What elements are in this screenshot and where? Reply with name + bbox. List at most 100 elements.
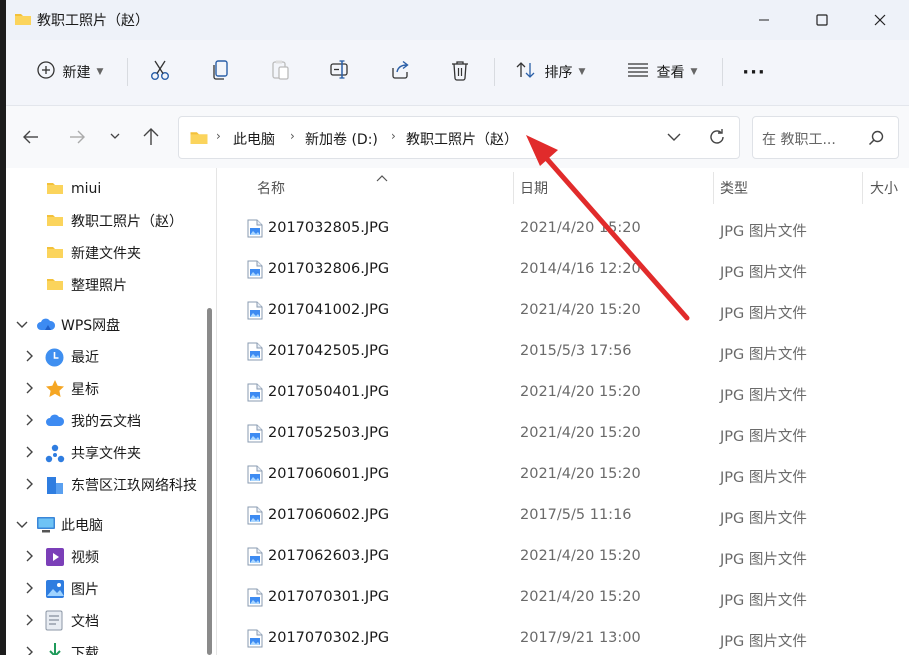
close-button[interactable] [851,0,909,40]
nav-item-shared-folder[interactable]: 共享文件夹 [6,438,204,468]
chevron-down-icon: ▼ [578,67,586,77]
separator [722,58,723,86]
sort-ascending-icon [376,170,388,186]
nav-scrollbar[interactable] [204,168,216,655]
navigation-pane: miui 教职工照片（赵） 新建文件夹 整理照片 WPS网盘 最近 星标 我的云… [6,168,204,655]
file-date: 2017/9/21 13:00 [520,630,641,646]
nav-item-organize-photos[interactable]: 整理照片 [6,270,204,300]
nav-item-starred[interactable]: 星标 [6,374,204,404]
nav-item-label: 文档 [71,614,99,630]
copy-button[interactable] [202,54,238,90]
nav-item-recent[interactable]: 最近 [6,342,204,372]
file-list: 名称 日期 类型 大小 2017032805.JPG 2021/4/20 15:2… [217,168,909,655]
column-header-type[interactable]: 类型 [720,178,748,198]
nav-item-label: miui [71,181,102,197]
folder-icon [46,180,64,198]
table-row[interactable]: 2017032805.JPG 2021/4/20 15:20 JPG 图片文件 [217,209,909,250]
nav-item-label: 下载 [71,646,99,655]
nav-item-this-pc[interactable]: 此电脑 [6,510,204,540]
chevron-right-icon[interactable] [26,350,34,365]
chevron-down-icon[interactable] [667,130,681,146]
up-button[interactable] [136,122,166,152]
file-date: 2021/4/20 15:20 [520,548,641,564]
breadcrumb-drive-d[interactable]: 新加卷 (D:) [305,129,378,149]
table-row[interactable]: 2017032806.JPG 2014/4/16 12:20 JPG 图片文件 [217,250,909,291]
rename-button[interactable] [322,54,358,90]
nav-item-videos[interactable]: 视频 [6,542,204,572]
table-row[interactable]: 2017070301.JPG 2021/4/20 15:20 JPG 图片文件 [217,578,909,619]
refresh-icon[interactable] [707,127,727,151]
chevron-right-icon[interactable] [26,550,34,565]
table-row[interactable]: 2017070302.JPG 2017/9/21 13:00 JPG 图片文件 [217,619,909,655]
clock-icon [45,348,64,367]
share-button[interactable] [382,54,418,90]
chevron-right-icon[interactable] [26,478,34,493]
nav-scrollbar-thumb[interactable] [207,308,212,655]
nav-item-my-cloud-docs[interactable]: 我的云文档 [6,406,204,436]
minimize-button[interactable] [735,0,793,40]
scissors-icon [150,59,170,85]
column-header-date[interactable]: 日期 [520,178,548,198]
search-icon[interactable] [868,130,884,150]
table-row[interactable]: 2017060601.JPG 2021/4/20 15:20 JPG 图片文件 [217,455,909,496]
cloud-doc-icon [45,413,65,431]
cut-button[interactable] [142,54,178,90]
maximize-button[interactable] [793,0,851,40]
nav-item-label: 我的云文档 [71,414,141,430]
nav-item-documents[interactable]: 文档 [6,606,204,636]
paste-button[interactable] [262,54,298,90]
table-row[interactable]: 2017060602.JPG 2017/5/5 11:16 JPG 图片文件 [217,496,909,537]
nav-item-miui[interactable]: miui [6,174,204,204]
nav-item-wps-cloud[interactable]: WPS网盘 [6,310,204,340]
share-icon [45,444,65,463]
file-name: 2017041002.JPG [268,302,390,318]
file-type: JPG 图片文件 [720,552,807,568]
address-bar[interactable]: › 此电脑 › 新加卷 (D:) › 教职工照片（赵） [178,116,740,159]
file-name: 2017032806.JPG [268,261,390,277]
nav-item-company[interactable]: 东营区江玖网络科技 [6,470,204,500]
nav-item-current-folder[interactable]: 教职工照片（赵） [6,206,204,236]
table-row[interactable]: 2017042505.JPG 2015/5/3 17:56 JPG 图片文件 [217,332,909,373]
nav-item-label: 最近 [71,350,99,366]
breadcrumb-current-folder[interactable]: 教职工照片（赵） [406,129,518,149]
column-separator[interactable] [713,172,714,204]
chevron-right-icon[interactable] [26,446,34,461]
table-row[interactable]: 2017050401.JPG 2021/4/20 15:20 JPG 图片文件 [217,373,909,414]
breadcrumb-this-pc[interactable]: 此电脑 [233,129,275,149]
recent-locations-button[interactable] [100,122,130,152]
cloud-icon [36,316,56,334]
new-button[interactable]: 新建 ▼ [28,54,112,90]
delete-button[interactable] [442,54,478,90]
paste-icon [270,59,290,85]
image-file-icon [247,383,263,406]
table-row[interactable]: 2017062603.JPG 2021/4/20 15:20 JPG 图片文件 [217,537,909,578]
view-button[interactable]: 查看 ▼ [620,54,704,90]
image-file-icon [247,260,263,283]
column-header-size[interactable]: 大小 [870,178,898,198]
nav-item-new-folder[interactable]: 新建文件夹 [6,238,204,268]
nav-item-pictures[interactable]: 图片 [6,574,204,604]
column-header-name[interactable]: 名称 [257,178,285,198]
sort-button[interactable]: 排序 ▼ [508,54,592,90]
column-separator[interactable] [862,172,863,204]
table-row[interactable]: 2017041002.JPG 2021/4/20 15:20 JPG 图片文件 [217,291,909,332]
chevron-down-icon[interactable] [16,319,28,332]
copy-icon [210,59,230,85]
chevron-down-icon[interactable] [16,519,28,532]
chevron-right-icon[interactable] [26,414,34,429]
nav-item-label: 新建文件夹 [71,246,141,262]
chevron-right-icon[interactable] [26,646,34,655]
file-name: 2017042505.JPG [268,343,390,359]
file-date: 2014/4/16 12:20 [520,261,641,277]
chevron-right-icon[interactable] [26,614,34,629]
back-button[interactable] [16,122,46,152]
more-options-button[interactable]: ··· [734,54,774,90]
nav-item-downloads[interactable]: 下载 [6,638,204,655]
column-separator[interactable] [513,172,514,204]
search-input[interactable]: 在 教职工... [752,116,899,159]
chevron-right-icon[interactable] [26,382,34,397]
table-row[interactable]: 2017052503.JPG 2021/4/20 15:20 JPG 图片文件 [217,414,909,455]
forward-button[interactable] [62,122,92,152]
file-date: 2021/4/20 15:20 [520,384,641,400]
chevron-right-icon[interactable] [26,582,34,597]
